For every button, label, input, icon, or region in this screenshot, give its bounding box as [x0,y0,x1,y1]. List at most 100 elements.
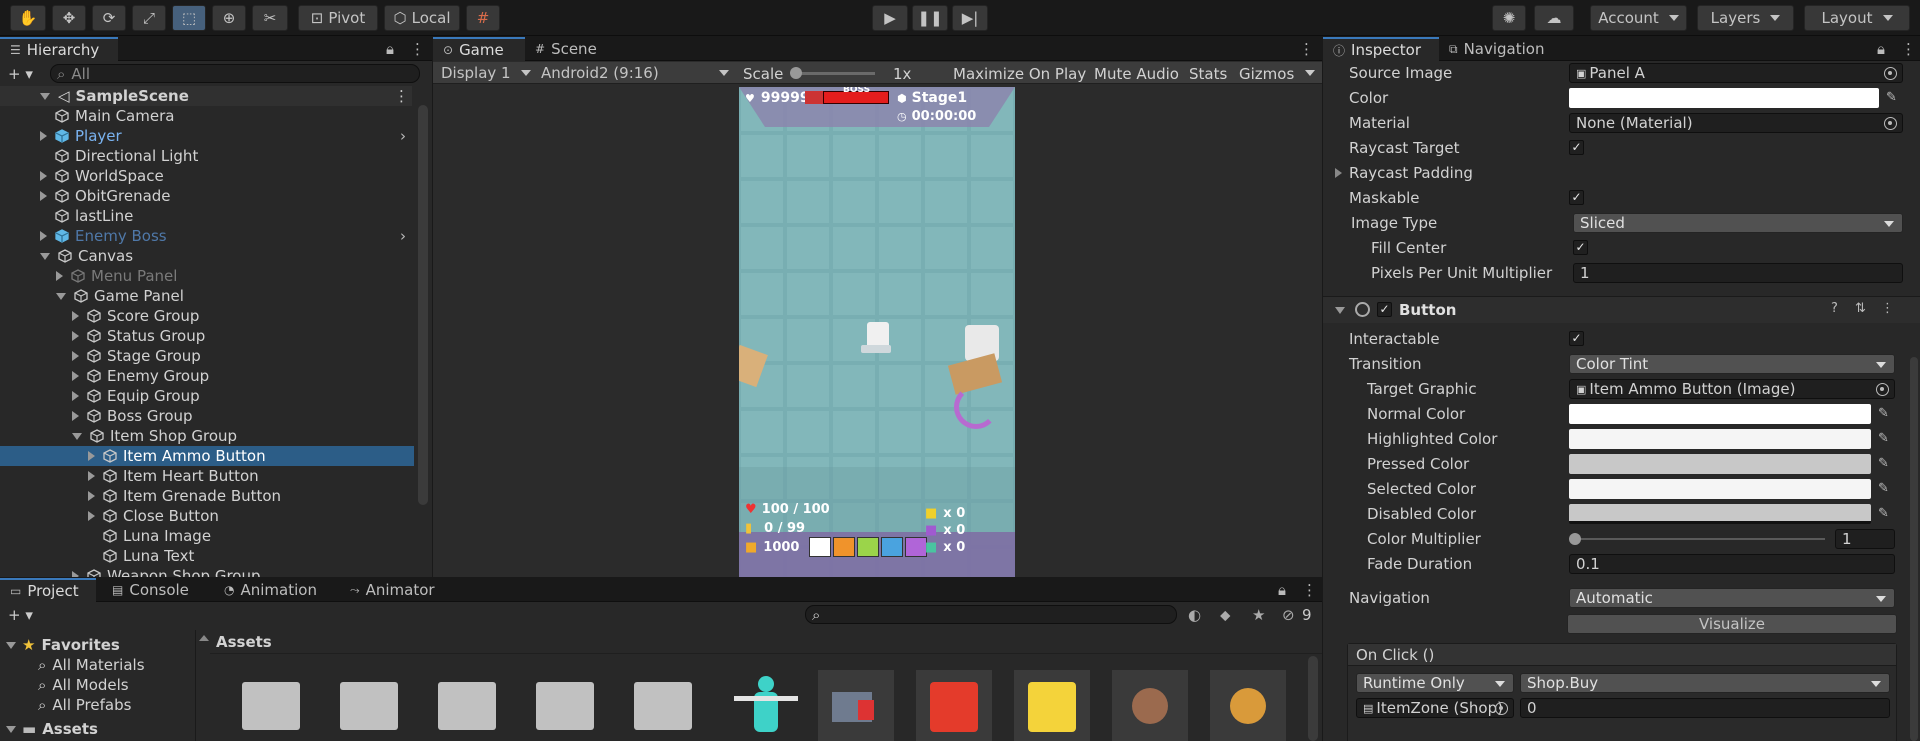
more-icon[interactable]: ⋮ [1901,40,1916,58]
layout-dropdown[interactable]: Layout [1804,5,1910,31]
expand-arrow-icon[interactable] [56,271,63,281]
favorite-item[interactable]: ⌕ All Models [38,675,129,695]
collapse-arrow-icon[interactable] [1335,307,1345,314]
assets-scrollbar[interactable] [1308,656,1318,741]
tab-project[interactable]: ▭ Project [0,578,96,602]
assets-tree-row[interactable]: ▬ Assets [6,719,98,739]
filter-label-icon[interactable]: ⬥ [1220,606,1231,624]
hierarchy-item[interactable]: lastLine [0,206,414,226]
scale-slider-thumb[interactable] [790,67,802,79]
object-picker-icon[interactable] [1884,117,1897,130]
hierarchy-search-input[interactable]: ⌕ All [50,64,420,83]
weapon-slot-rifle[interactable] [881,537,903,557]
hierarchy-item[interactable]: Directional Light [0,146,414,166]
weapon-slot-smg[interactable] [857,537,879,557]
object-picker-icon[interactable] [1876,383,1889,396]
avatar-model-icon[interactable] [730,672,800,741]
hierarchy-item[interactable]: Luna Text [0,546,414,566]
tab-scene[interactable]: # Scene [525,37,615,61]
interactable-checkbox[interactable]: ✓ [1569,331,1584,346]
expand-arrow-icon[interactable] [72,411,79,421]
expand-arrow-icon[interactable] [72,311,79,321]
expand-arrow-icon[interactable] [40,171,47,181]
scale-tool-icon[interactable]: ⤢ [132,5,166,31]
highlighted-color-swatch[interactable] [1569,429,1871,449]
fill-center-checkbox[interactable]: ✓ [1573,240,1588,255]
runtime-dropdown[interactable]: Runtime Only [1356,673,1514,693]
hierarchy-item[interactable]: Boss Group [0,406,414,426]
pause-button[interactable]: ❚❚ [912,5,948,31]
grid-snap-icon[interactable]: # [466,5,500,31]
expand-arrow-icon[interactable] [88,511,95,521]
pivot-toggle[interactable]: ⊡ Pivot [298,5,378,31]
tab-console[interactable]: ▤ Console [102,578,202,602]
weapon-slot-grenade[interactable] [905,537,927,557]
expand-arrow-icon[interactable] [40,252,50,260]
mute-audio-toggle[interactable]: Mute Audio [1094,65,1179,83]
favorites-row[interactable]: ★ Favorites [6,635,120,655]
pressed-color-swatch[interactable] [1569,454,1871,474]
help-icon[interactable]: ? [1831,301,1838,316]
bronze-coin-prefab-icon[interactable] [1112,670,1188,741]
color-multiplier-field[interactable]: 1 [1835,529,1895,549]
account-dropdown[interactable]: Account [1590,5,1687,31]
expand-arrow-icon[interactable] [1335,168,1342,178]
color-swatch[interactable] [1569,88,1879,108]
maskable-checkbox[interactable]: ✓ [1569,190,1584,205]
maximize-on-play-toggle[interactable]: Maximize On Play [953,65,1086,83]
inspector-scrollbar[interactable] [1910,357,1918,741]
function-dropdown[interactable]: Shop.Buy [1520,673,1890,693]
hierarchy-item[interactable]: Main Camera [0,106,414,126]
hierarchy-item[interactable]: Menu Panel [0,266,414,286]
navigation-dropdown[interactable]: Automatic [1569,588,1895,608]
ppu-field[interactable]: 1 [1573,263,1903,283]
gun-prefab-icon[interactable] [818,670,894,741]
folder-icon[interactable] [634,682,692,730]
more-icon[interactable]: ⋮ [410,40,425,58]
tab-hierarchy[interactable]: ☰ Hierarchy [0,37,118,61]
hidden-packages-icon[interactable]: ⊘ [1282,606,1295,624]
hierarchy-item[interactable]: Item Grenade Button [0,486,414,506]
lock-icon[interactable]: 🔒︎ [1278,581,1286,599]
gizmos-toggle[interactable]: Gizmos [1239,65,1294,83]
tab-animator[interactable]: ⤳ Animator [340,578,450,602]
color-multiplier-slider-track[interactable] [1573,538,1825,540]
display-dropdown[interactable]: Display 1 [437,63,533,83]
tab-game[interactable]: ⊙ Game [433,37,525,61]
expand-arrow-icon[interactable] [56,292,66,300]
color-multiplier-slider-thumb[interactable] [1569,533,1581,545]
expand-arrow-icon[interactable] [88,491,95,501]
lock-icon[interactable]: 🔒︎ [386,40,394,58]
folder-icon[interactable] [438,682,496,730]
custom-tool-icon[interactable]: ✂ [252,5,288,31]
transition-dropdown[interactable]: Color Tint [1569,354,1895,374]
favorite-star-icon[interactable]: ★ [1252,606,1265,624]
expand-arrow-icon[interactable] [72,331,79,341]
filter-type-icon[interactable]: ◐ [1188,606,1201,624]
hierarchy-item[interactable]: Item Ammo Button [0,446,414,466]
chevron-right-icon[interactable]: › [400,227,406,245]
resolution-dropdown[interactable]: Android2 (9:16) [537,63,733,83]
tab-navigation[interactable]: ⧉ Navigation [1439,37,1569,61]
hierarchy-item[interactable]: Luna Image [0,526,414,546]
component-menu-icon[interactable]: ⋮ [1881,301,1894,316]
weapon-slot-hammer[interactable] [809,537,831,557]
tab-animation[interactable]: ◔ Animation [214,578,338,602]
argument-field[interactable]: 0 [1520,698,1890,718]
hierarchy-item[interactable]: Player › [0,126,414,146]
image-type-dropdown[interactable]: Sliced [1573,213,1903,233]
expand-arrow-icon[interactable] [88,471,95,481]
expand-arrow-icon[interactable] [40,231,47,241]
scene-menu-icon[interactable]: ⋮ [394,87,409,105]
expand-arrow-icon[interactable] [72,371,79,381]
hierarchy-item[interactable]: Equip Group [0,386,414,406]
expand-arrow-icon[interactable] [72,432,82,440]
more-icon[interactable]: ⋮ [1299,40,1314,58]
more-icon[interactable]: ⋮ [1302,581,1317,599]
hierarchy-item[interactable]: ObitGrenade [0,186,414,206]
folder-icon[interactable] [340,682,398,730]
scene-row[interactable]: ◁ SampleScene ⋮ [0,86,412,106]
scroll-up-icon[interactable] [199,635,209,641]
hierarchy-item[interactable]: WorldSpace [0,166,414,186]
folder-icon[interactable] [536,682,594,730]
